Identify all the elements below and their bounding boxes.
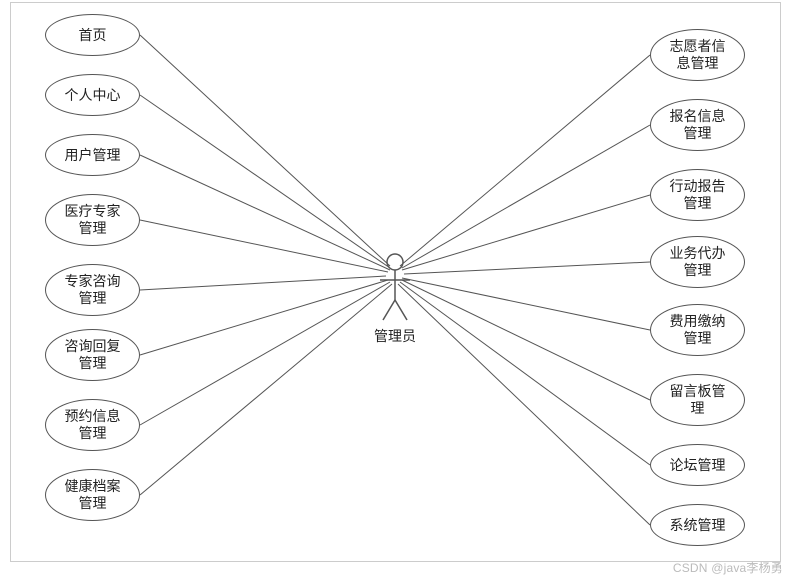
usecase-appoint-mgmt: 预约信息管理 <box>45 399 140 451</box>
usecase-system-mgmt: 系统管理 <box>650 504 745 546</box>
usecase-label: 个人中心 <box>65 87 121 104</box>
usecase-label: 系统管理 <box>670 517 726 534</box>
usecase-personal: 个人中心 <box>45 74 140 116</box>
usecase-label: 专家咨询管理 <box>65 273 121 307</box>
usecase-signup-mgmt: 报名信息管理 <box>650 99 745 151</box>
usecase-expert-mgmt: 医疗专家管理 <box>45 194 140 246</box>
usecase-user-mgmt: 用户管理 <box>45 134 140 176</box>
usecase-reply-mgmt: 咨询回复管理 <box>45 329 140 381</box>
usecase-label: 健康档案管理 <box>65 478 121 512</box>
usecase-board-mgmt: 留言板管理 <box>650 374 745 426</box>
usecase-label: 业务代办管理 <box>670 245 726 279</box>
usecase-label: 医疗专家管理 <box>65 203 121 237</box>
usecase-volunteer-mgmt: 志愿者信息管理 <box>650 29 745 81</box>
usecase-label: 留言板管理 <box>670 383 726 417</box>
usecase-label: 报名信息管理 <box>670 108 726 142</box>
usecase-label: 咨询回复管理 <box>65 338 121 372</box>
usecase-health-mgmt: 健康档案管理 <box>45 469 140 521</box>
usecase-label: 行动报告管理 <box>670 178 726 212</box>
usecase-label: 用户管理 <box>65 147 121 164</box>
usecase-home: 首页 <box>45 14 140 56</box>
usecase-label: 预约信息管理 <box>65 408 121 442</box>
usecase-label: 志愿者信息管理 <box>670 38 726 72</box>
usecase-agent-mgmt: 业务代办管理 <box>650 236 745 288</box>
watermark: CSDN @java李杨勇 <box>673 559 783 576</box>
usecase-forum-mgmt: 论坛管理 <box>650 444 745 486</box>
usecase-consult-mgmt: 专家咨询管理 <box>45 264 140 316</box>
usecase-fee-mgmt: 费用缴纳管理 <box>650 304 745 356</box>
usecase-report-mgmt: 行动报告管理 <box>650 169 745 221</box>
usecase-label: 费用缴纳管理 <box>670 313 726 347</box>
usecase-label: 首页 <box>79 27 107 44</box>
actor-label: 管理员 <box>372 326 418 346</box>
usecase-label: 论坛管理 <box>670 457 726 474</box>
